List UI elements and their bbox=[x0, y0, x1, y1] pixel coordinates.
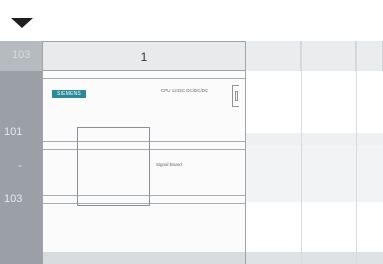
cpu-module[interactable]: SIEMENS CPU 1215C DC/DC/DC Signal Board bbox=[42, 71, 246, 264]
column-header[interactable] bbox=[356, 41, 383, 71]
grid-line bbox=[356, 41, 357, 264]
gutter-row-label: 101 bbox=[4, 126, 23, 138]
column-header-1[interactable]: 1 bbox=[42, 41, 246, 71]
gutter-row-label: 103 bbox=[4, 193, 23, 205]
grid-band bbox=[246, 252, 383, 264]
column-header-label: 1 bbox=[140, 50, 148, 64]
column-header[interactable] bbox=[301, 41, 356, 71]
signal-board-label: Signal Board bbox=[156, 162, 182, 167]
divider bbox=[43, 78, 245, 79]
dropdown-button[interactable] bbox=[0, 0, 42, 40]
caret-down-icon bbox=[11, 18, 33, 28]
grid-band bbox=[246, 145, 383, 202]
cpu-label: CPU 1215C DC/DC/DC bbox=[161, 88, 209, 93]
top-bar bbox=[0, 0, 383, 41]
column-header[interactable] bbox=[246, 41, 301, 71]
gutter-header-label: 103 bbox=[12, 49, 31, 61]
gutter-row-label: - bbox=[18, 160, 22, 172]
row-gutter bbox=[0, 41, 42, 264]
siemens-logo: SIEMENS bbox=[52, 90, 86, 98]
grid-band bbox=[246, 133, 383, 145]
signal-board-slot[interactable] bbox=[77, 127, 150, 206]
gutter-header: 103 bbox=[0, 41, 42, 71]
connector-icon bbox=[232, 85, 239, 107]
module-bottom-strip bbox=[43, 252, 245, 264]
grid-line bbox=[301, 41, 302, 264]
